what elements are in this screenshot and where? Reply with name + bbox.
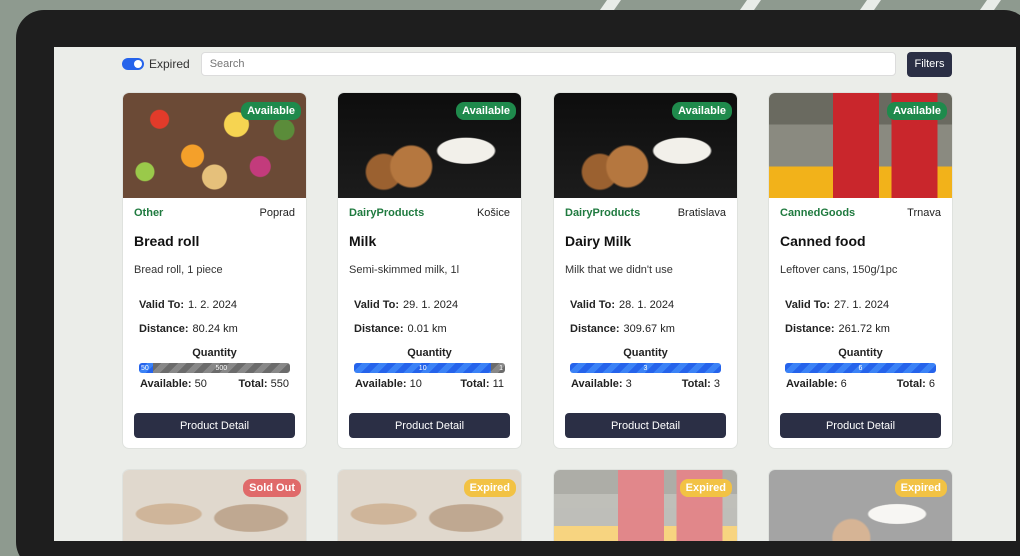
product-description: Semi-skimmed milk, 1l bbox=[349, 264, 460, 276]
total-value: 6 bbox=[928, 378, 935, 390]
milk-cookies-image: Available bbox=[554, 93, 737, 198]
product-card: Expired bbox=[554, 470, 737, 541]
distance-label: Distance: bbox=[785, 323, 835, 335]
valid-to-label: Valid To: bbox=[785, 299, 831, 311]
status-badge: Available bbox=[241, 102, 301, 120]
total-label: Total: bbox=[681, 378, 711, 390]
product-title: Bread roll bbox=[134, 233, 200, 249]
status-badge: Expired bbox=[463, 479, 516, 497]
expired-toggle[interactable] bbox=[122, 58, 144, 70]
product-title: Canned food bbox=[780, 233, 866, 249]
total-value: 3 bbox=[713, 378, 720, 390]
available-label: Available: bbox=[786, 378, 838, 390]
category-label: DairyProducts bbox=[565, 207, 641, 219]
quantity-bar: 10 1 bbox=[354, 363, 505, 373]
expired-toggle-label: Expired bbox=[149, 57, 190, 71]
product-title: Milk bbox=[349, 233, 377, 249]
total-label: Total: bbox=[460, 378, 490, 390]
quantity-title: Quantity bbox=[192, 347, 237, 359]
available-label: Available: bbox=[571, 378, 623, 390]
status-badge: Available bbox=[887, 102, 947, 120]
quantity-bar: 3 bbox=[570, 363, 721, 373]
quantity-bar-available: 3 bbox=[570, 363, 721, 373]
quantity-bar-available: 6 bbox=[785, 363, 936, 373]
total-label: Total: bbox=[238, 378, 268, 390]
product-card: Available DairyProducts Bratislava Dairy… bbox=[554, 93, 737, 448]
location-label: Bratislava bbox=[677, 207, 726, 219]
valid-to-value: 27. 1. 2024 bbox=[834, 299, 890, 311]
quantity-title: Quantity bbox=[623, 347, 668, 359]
distance-value: 0.01 km bbox=[407, 323, 447, 335]
quantity-bar-available: 10 bbox=[354, 363, 492, 373]
distance-value: 309.67 km bbox=[623, 323, 675, 335]
product-card: Available Other Poprad Bread roll Bread … bbox=[123, 93, 306, 448]
category-label: Other bbox=[134, 207, 164, 219]
product-description: Milk that we didn't use bbox=[565, 264, 673, 276]
distance-label: Distance: bbox=[570, 323, 620, 335]
product-detail-button[interactable]: Product Detail bbox=[349, 413, 510, 438]
product-card: Expired bbox=[338, 470, 521, 541]
available-value: 50 bbox=[194, 378, 207, 390]
valid-to-value: 1. 2. 2024 bbox=[188, 299, 237, 311]
milk-cookies-image: Available bbox=[338, 93, 521, 198]
product-detail-button[interactable]: Product Detail bbox=[134, 413, 295, 438]
product-detail-button[interactable]: Product Detail bbox=[780, 413, 941, 438]
status-badge: Expired bbox=[894, 479, 947, 497]
product-card: Expired bbox=[769, 470, 952, 541]
quantity-bar-used: 1 bbox=[491, 363, 505, 373]
total-label: Total: bbox=[896, 378, 926, 390]
total-value: 550 bbox=[270, 378, 289, 390]
product-description: Leftover cans, 150g/1pc bbox=[780, 264, 898, 276]
filter-bar: Expired Filters bbox=[122, 50, 952, 78]
quantity-title: Quantity bbox=[838, 347, 883, 359]
product-card: Sold Out bbox=[123, 470, 306, 541]
status-badge: Expired bbox=[679, 479, 732, 497]
available-value: 6 bbox=[840, 378, 847, 390]
distance-value: 80.24 km bbox=[192, 323, 238, 335]
distance-value: 261.72 km bbox=[838, 323, 890, 335]
quantity-bar: 50 500 bbox=[139, 363, 290, 373]
status-badge: Sold Out bbox=[243, 479, 301, 497]
filters-button[interactable]: Filters bbox=[907, 51, 952, 77]
status-badge: Available bbox=[672, 102, 732, 120]
device-frame: Expired Filters Available Other Poprad B… bbox=[16, 10, 1020, 556]
valid-to-value: 28. 1. 2024 bbox=[619, 299, 675, 311]
location-label: Poprad bbox=[259, 207, 295, 219]
status-badge: Available bbox=[456, 102, 516, 120]
valid-to-value: 29. 1. 2024 bbox=[403, 299, 459, 311]
product-description: Bread roll, 1 piece bbox=[134, 264, 223, 276]
product-detail-button[interactable]: Product Detail bbox=[565, 413, 726, 438]
app-screen: Expired Filters Available Other Poprad B… bbox=[54, 47, 1016, 541]
canned-soup-image: Available bbox=[769, 93, 952, 198]
mixed-food-image: Available bbox=[123, 93, 306, 198]
quantity-bar-used: 500 bbox=[152, 363, 290, 373]
available-label: Available: bbox=[140, 378, 192, 390]
category-label: CannedGoods bbox=[780, 207, 856, 219]
quantity-bar: 6 bbox=[785, 363, 936, 373]
available-value: 3 bbox=[625, 378, 632, 390]
location-label: Trnava bbox=[907, 207, 941, 219]
available-value: 10 bbox=[409, 378, 422, 390]
distance-label: Distance: bbox=[354, 323, 404, 335]
product-title: Dairy Milk bbox=[565, 233, 632, 249]
distance-label: Distance: bbox=[139, 323, 189, 335]
valid-to-label: Valid To: bbox=[139, 299, 185, 311]
product-card: Available DairyProducts Košice Milk Semi… bbox=[338, 93, 521, 448]
search-input[interactable] bbox=[200, 52, 896, 76]
total-value: 11 bbox=[492, 378, 504, 390]
quantity-title: Quantity bbox=[407, 347, 452, 359]
available-label: Available: bbox=[355, 378, 407, 390]
quantity-bar-available: 50 bbox=[139, 363, 153, 373]
category-label: DairyProducts bbox=[349, 207, 425, 219]
product-card: Available CannedGoods Trnava Canned food… bbox=[769, 93, 952, 448]
location-label: Košice bbox=[476, 207, 510, 219]
valid-to-label: Valid To: bbox=[354, 299, 400, 311]
valid-to-label: Valid To: bbox=[570, 299, 616, 311]
